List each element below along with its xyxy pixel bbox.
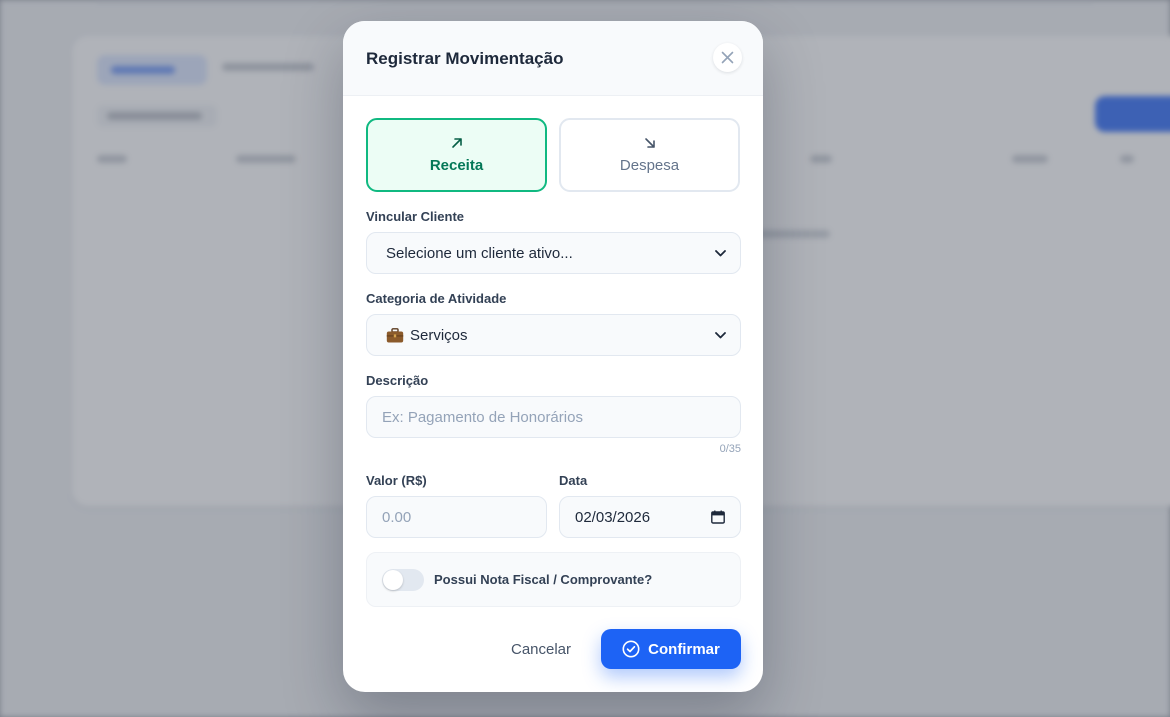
expense-type-button[interactable]: Despesa	[559, 118, 740, 192]
arrow-down-right-icon	[644, 137, 655, 148]
amount-placeholder: 0.00	[382, 508, 412, 526]
client-select[interactable]: Selecione um cliente ativo...	[366, 232, 741, 274]
close-icon	[721, 51, 734, 64]
income-type-label: Receita	[429, 156, 484, 174]
transaction-modal: Registrar Movimentação Receita Despesa V…	[343, 21, 763, 692]
date-value: 02/03/2026	[575, 508, 651, 526]
toggle-knob	[383, 570, 403, 590]
category-select-value: Serviços	[386, 327, 715, 344]
arrow-up-right-icon	[451, 137, 462, 148]
briefcase-icon	[386, 327, 404, 343]
chevron-down-icon	[715, 331, 726, 338]
amount-label: Valor (R$)	[366, 473, 427, 488]
calendar-icon[interactable]	[711, 510, 725, 524]
description-label: Descrição	[366, 373, 429, 388]
amount-input[interactable]: 0.00	[366, 496, 547, 538]
date-label: Data	[559, 473, 588, 488]
confirm-button[interactable]: Confirmar	[601, 629, 741, 669]
client-label: Vincular Cliente	[366, 209, 465, 224]
date-input[interactable]: 02/03/2026	[559, 496, 741, 538]
client-select-value: Selecione um cliente ativo...	[386, 244, 573, 262]
description-char-counter: 0/35	[719, 443, 741, 455]
modal-title: Registrar Movimentação	[366, 49, 564, 68]
modal-header: Registrar Movimentação	[343, 21, 763, 96]
description-input[interactable]: Ex: Pagamento de Honorários	[366, 396, 741, 438]
confirm-button-label: Confirmar	[648, 640, 720, 658]
close-button[interactable]	[713, 43, 742, 72]
description-placeholder: Ex: Pagamento de Honorários	[382, 408, 583, 426]
cancel-button[interactable]: Cancelar	[503, 631, 579, 667]
category-label: Categoria de Atividade	[366, 291, 507, 306]
income-type-button[interactable]: Receita	[366, 118, 547, 192]
expense-type-label: Despesa	[619, 156, 680, 174]
check-circle-icon	[622, 640, 640, 658]
chevron-down-icon	[715, 249, 726, 256]
invoice-toggle[interactable]	[382, 569, 424, 591]
invoice-toggle-row: Possui Nota Fiscal / Comprovante?	[366, 552, 741, 607]
category-select[interactable]: Serviços	[366, 314, 741, 356]
category-value-text: Serviços	[410, 326, 468, 344]
invoice-toggle-label: Possui Nota Fiscal / Comprovante?	[434, 572, 653, 587]
